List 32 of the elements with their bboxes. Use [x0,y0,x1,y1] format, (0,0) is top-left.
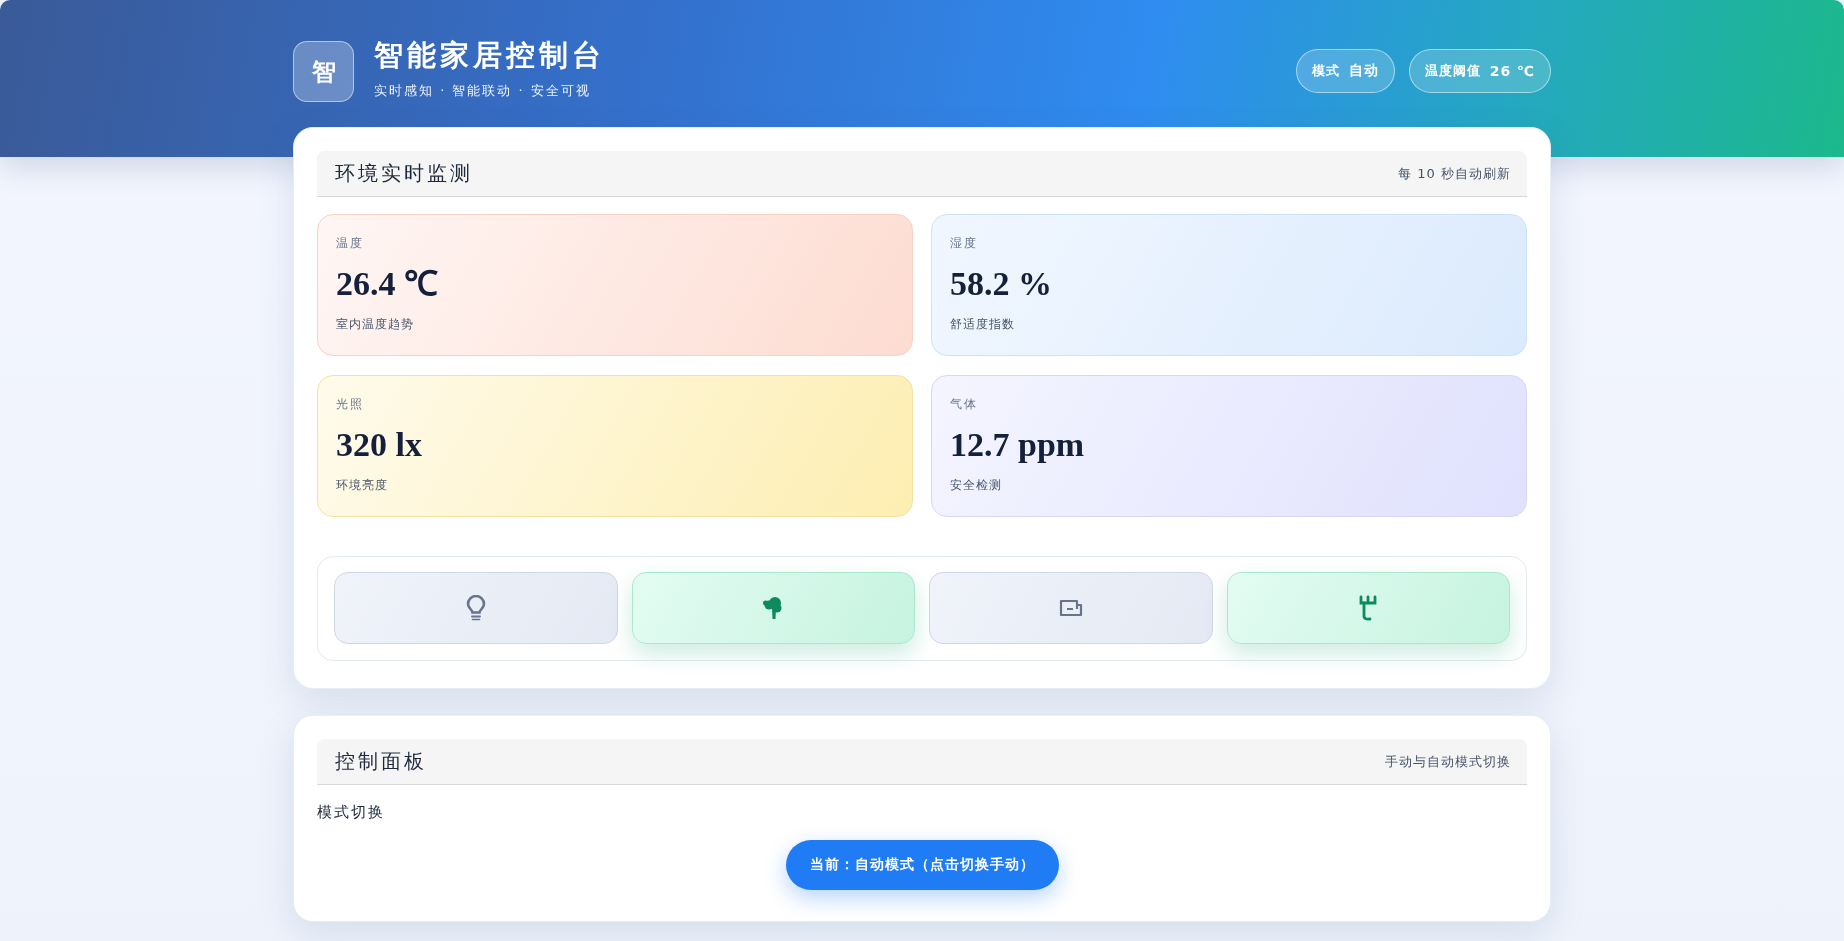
lightbulb-icon [465,595,486,621]
sensor-caption: 安全检测 [950,477,1002,494]
sensor-label: 湿度 [950,235,978,252]
sensor-caption: 环境亮度 [336,477,388,494]
plug-icon [1359,595,1378,621]
mode-label: 模式切换 [317,802,385,823]
pill-label: 温度阈值 [1424,62,1481,80]
logo-tile: 智 [293,41,354,102]
device-toggle-button[interactable] [334,572,618,644]
device-toggle-button[interactable] [631,572,915,644]
sensor-label: 气体 [950,396,978,413]
pill-value: 自动 [1348,62,1379,80]
mode-toggle-button[interactable]: 当前：自动模式（点击切换手动） [785,840,1059,890]
app-title: 智能家居控制台 [374,37,605,72]
sensor-caption: 室内温度趋势 [336,316,414,333]
pill-value: 26 ℃ [1489,63,1535,79]
section-title: 控制面板 [335,748,427,775]
sensor-value: 58.2 % [950,264,1052,304]
sensor-label: 温度 [336,235,364,252]
section-note: 每 10 秒自动刷新 [1398,164,1511,183]
wallet-icon [1058,599,1083,617]
sensor-value: 26.4 ℃ [336,264,438,304]
section-note: 手动与自动模式切换 [1385,752,1511,771]
device-toggle-button[interactable] [1226,572,1510,644]
sensor-label: 光照 [336,396,364,413]
pill-label: 模式 [1311,62,1340,80]
sensor-caption: 舒适度指数 [950,316,1015,333]
section-title: 环境实时监测 [335,160,473,187]
device-toggle-button[interactable] [929,572,1213,644]
app-subtitle: 实时感知 · 智能联动 · 安全可视 [374,81,591,100]
sensor-value: 12.7 ppm [950,425,1085,465]
sensor-value: 320 lx [336,425,422,465]
